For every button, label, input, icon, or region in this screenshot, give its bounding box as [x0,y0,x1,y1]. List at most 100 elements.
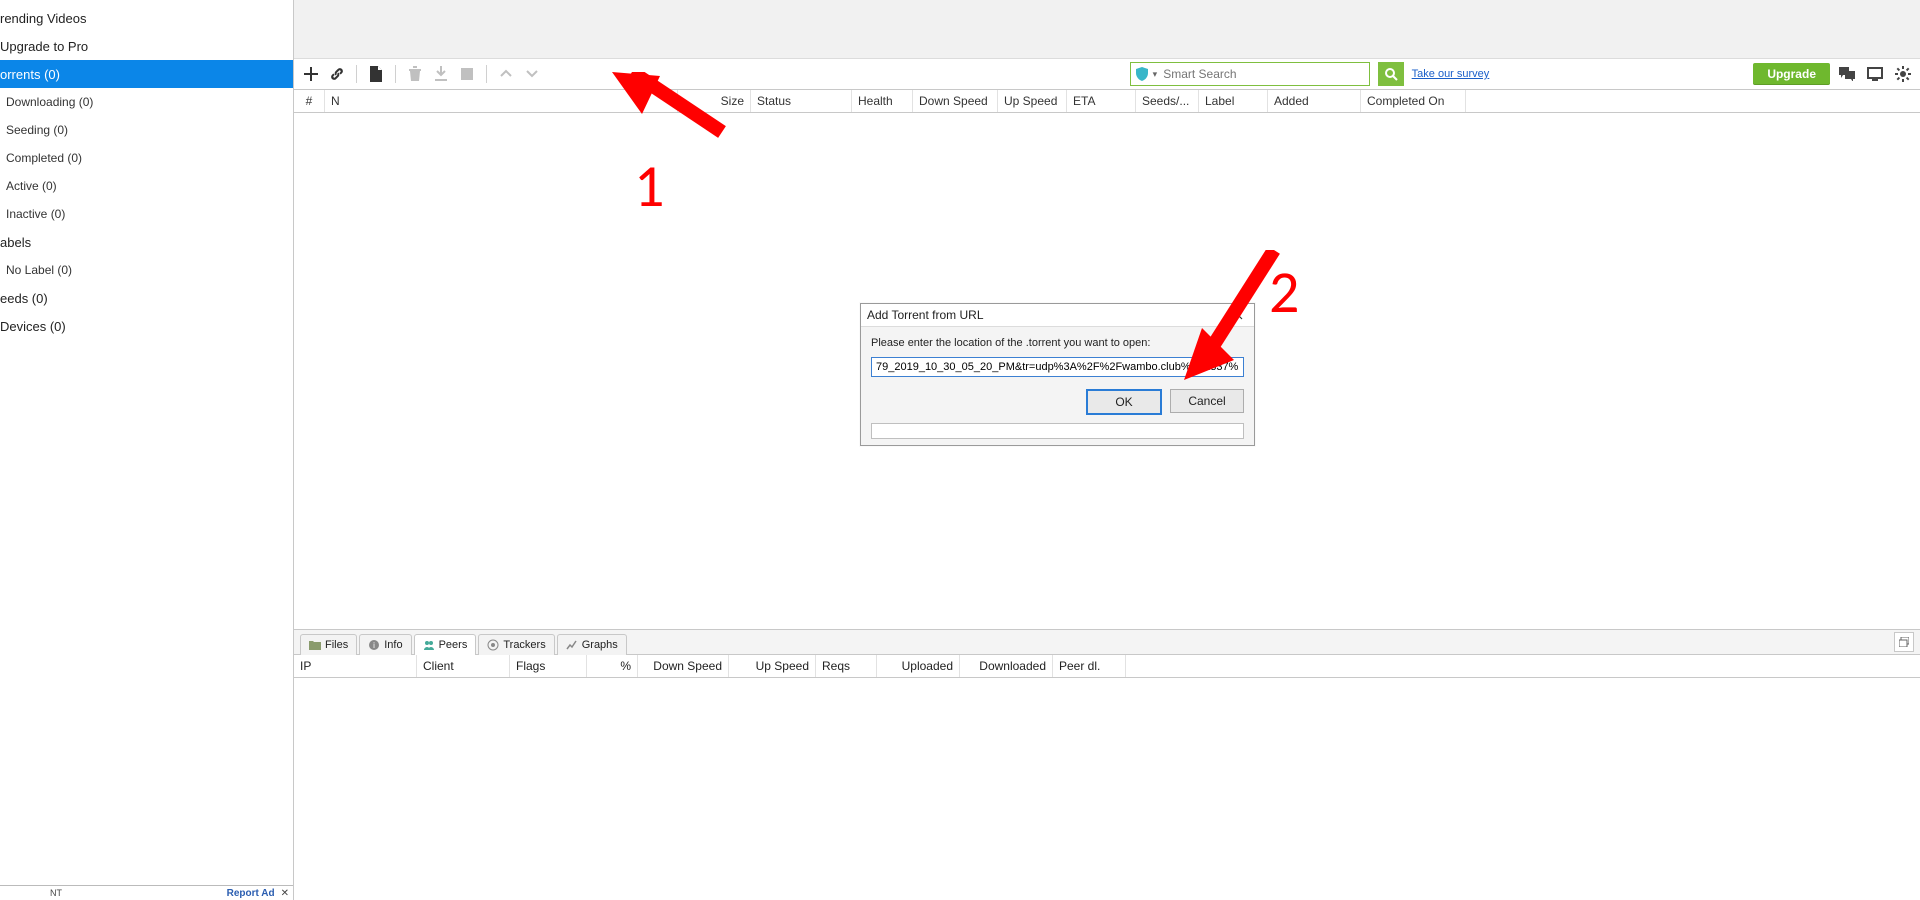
add-torrent-button[interactable] [300,63,322,85]
remove-button[interactable] [404,63,426,85]
settings-button[interactable] [1892,63,1914,85]
col-label[interactable]: Label [1199,90,1268,112]
chat-icon [1839,67,1855,81]
search-dropdown-icon[interactable]: ▾ [1153,69,1158,80]
tab-peers[interactable]: Peers [414,634,477,655]
col-down-speed[interactable]: Down Speed [913,90,998,112]
chevron-down-icon [526,69,538,79]
toolbar: ▾ Take our survey Upgrade [294,59,1920,90]
sidebar-inactive[interactable]: Inactive (0) [0,200,293,228]
toolbar-separator [395,65,396,83]
col-added[interactable]: Added [1268,90,1361,112]
tab-info-label: Info [384,639,402,651]
peer-columns: IP Client Flags % Down Speed Up Speed Re… [294,655,1920,678]
move-up-button[interactable] [495,63,517,85]
peer-col-ip[interactable]: IP [294,655,417,677]
torrent-columns: # N Size Status Health Down Speed Up Spe… [294,90,1920,113]
panel-restore-button[interactable] [1894,632,1914,652]
sidebar-trending-videos[interactable]: rending Videos [0,4,293,32]
peers-icon [423,639,435,651]
search-box[interactable]: ▾ [1130,62,1370,86]
peer-col-uploaded[interactable]: Uploaded [877,655,960,677]
peer-col-up-speed[interactable]: Up Speed [729,655,816,677]
col-seeds[interactable]: Seeds/... [1136,90,1199,112]
report-ad-link[interactable]: Report Ad [227,888,275,899]
sidebar-devices[interactable]: Devices (0) [0,312,293,340]
tab-info[interactable]: i Info [359,634,411,655]
tab-files-label: Files [325,639,348,651]
svg-text:i: i [373,641,375,650]
top-spacer [294,0,1920,59]
tab-graphs-label: Graphs [582,639,618,651]
file-icon [369,66,383,82]
move-down-button[interactable] [521,63,543,85]
monitor-icon [1867,67,1883,81]
search-wrap: ▾ Take our survey [1130,62,1490,86]
peers-body[interactable] [294,678,1920,900]
url-input[interactable] [871,357,1244,377]
sidebar-labels[interactable]: abels [0,228,293,256]
dialog-title: Add Torrent from URL [867,308,984,322]
folder-icon [309,639,321,651]
dialog-titlebar[interactable]: Add Torrent from URL [861,304,1254,327]
peer-col-flags[interactable]: Flags [510,655,587,677]
toolbar-separator [486,65,487,83]
create-torrent-button[interactable] [365,63,387,85]
sidebar-no-label[interactable]: No Label (0) [0,256,293,284]
tab-graphs[interactable]: Graphs [557,634,627,655]
col-num[interactable]: # [294,90,325,112]
tab-files[interactable]: Files [300,634,357,655]
dialog-close-button[interactable] [1228,306,1248,324]
toolbar-separator [356,65,357,83]
col-name[interactable]: N [325,90,678,112]
add-url-button[interactable] [326,63,348,85]
close-icon [1233,310,1243,320]
plus-icon [304,67,318,81]
sidebar: rending Videos Upgrade to Pro orrents (0… [0,0,294,900]
dialog-progress [871,423,1244,439]
search-icon [1384,67,1398,81]
ok-button[interactable]: OK [1086,389,1162,415]
stop-icon [461,68,473,80]
remote-button[interactable] [1864,63,1886,85]
col-status[interactable]: Status [751,90,852,112]
stop-button[interactable] [456,63,478,85]
main: ▾ Take our survey Upgrade [294,0,1920,900]
start-button[interactable] [430,63,452,85]
restore-icon [1899,637,1909,647]
search-input[interactable] [1161,66,1364,82]
search-button[interactable] [1378,62,1404,86]
col-size[interactable]: Size [678,90,751,112]
col-up-speed[interactable]: Up Speed [998,90,1067,112]
ad-ent-label: NT [50,888,62,898]
bottom-panel: Files i Info Peers Trackers Graphs [294,629,1920,900]
dialog-label: Please enter the location of the .torren… [871,337,1244,349]
chat-button[interactable] [1836,63,1858,85]
col-health[interactable]: Health [852,90,913,112]
cancel-button[interactable]: Cancel [1170,389,1244,413]
sidebar-completed[interactable]: Completed (0) [0,144,293,172]
peer-col-client[interactable]: Client [417,655,510,677]
dialog-body: Please enter the location of the .torren… [861,327,1254,445]
right-tools: Upgrade [1753,63,1914,85]
peer-col-down-speed[interactable]: Down Speed [638,655,729,677]
peer-col-pct[interactable]: % [587,655,638,677]
sidebar-upgrade-pro[interactable]: Upgrade to Pro [0,32,293,60]
sidebar-downloading[interactable]: Downloading (0) [0,88,293,116]
survey-link[interactable]: Take our survey [1412,68,1490,80]
col-completed-on[interactable]: Completed On [1361,90,1466,112]
shield-icon [1135,67,1149,81]
sidebar-active[interactable]: Active (0) [0,172,293,200]
chevron-up-icon [500,69,512,79]
peer-col-downloaded[interactable]: Downloaded [960,655,1053,677]
upgrade-button[interactable]: Upgrade [1753,63,1830,85]
peer-col-peer-dl[interactable]: Peer dl. [1053,655,1126,677]
graph-icon [566,639,578,651]
sidebar-torrents[interactable]: orrents (0) [0,60,293,88]
ad-close-icon[interactable]: ✕ [281,888,289,899]
tab-trackers[interactable]: Trackers [478,634,554,655]
peer-col-reqs[interactable]: Reqs [816,655,877,677]
sidebar-feeds[interactable]: eeds (0) [0,284,293,312]
col-eta[interactable]: ETA [1067,90,1136,112]
sidebar-seeding[interactable]: Seeding (0) [0,116,293,144]
